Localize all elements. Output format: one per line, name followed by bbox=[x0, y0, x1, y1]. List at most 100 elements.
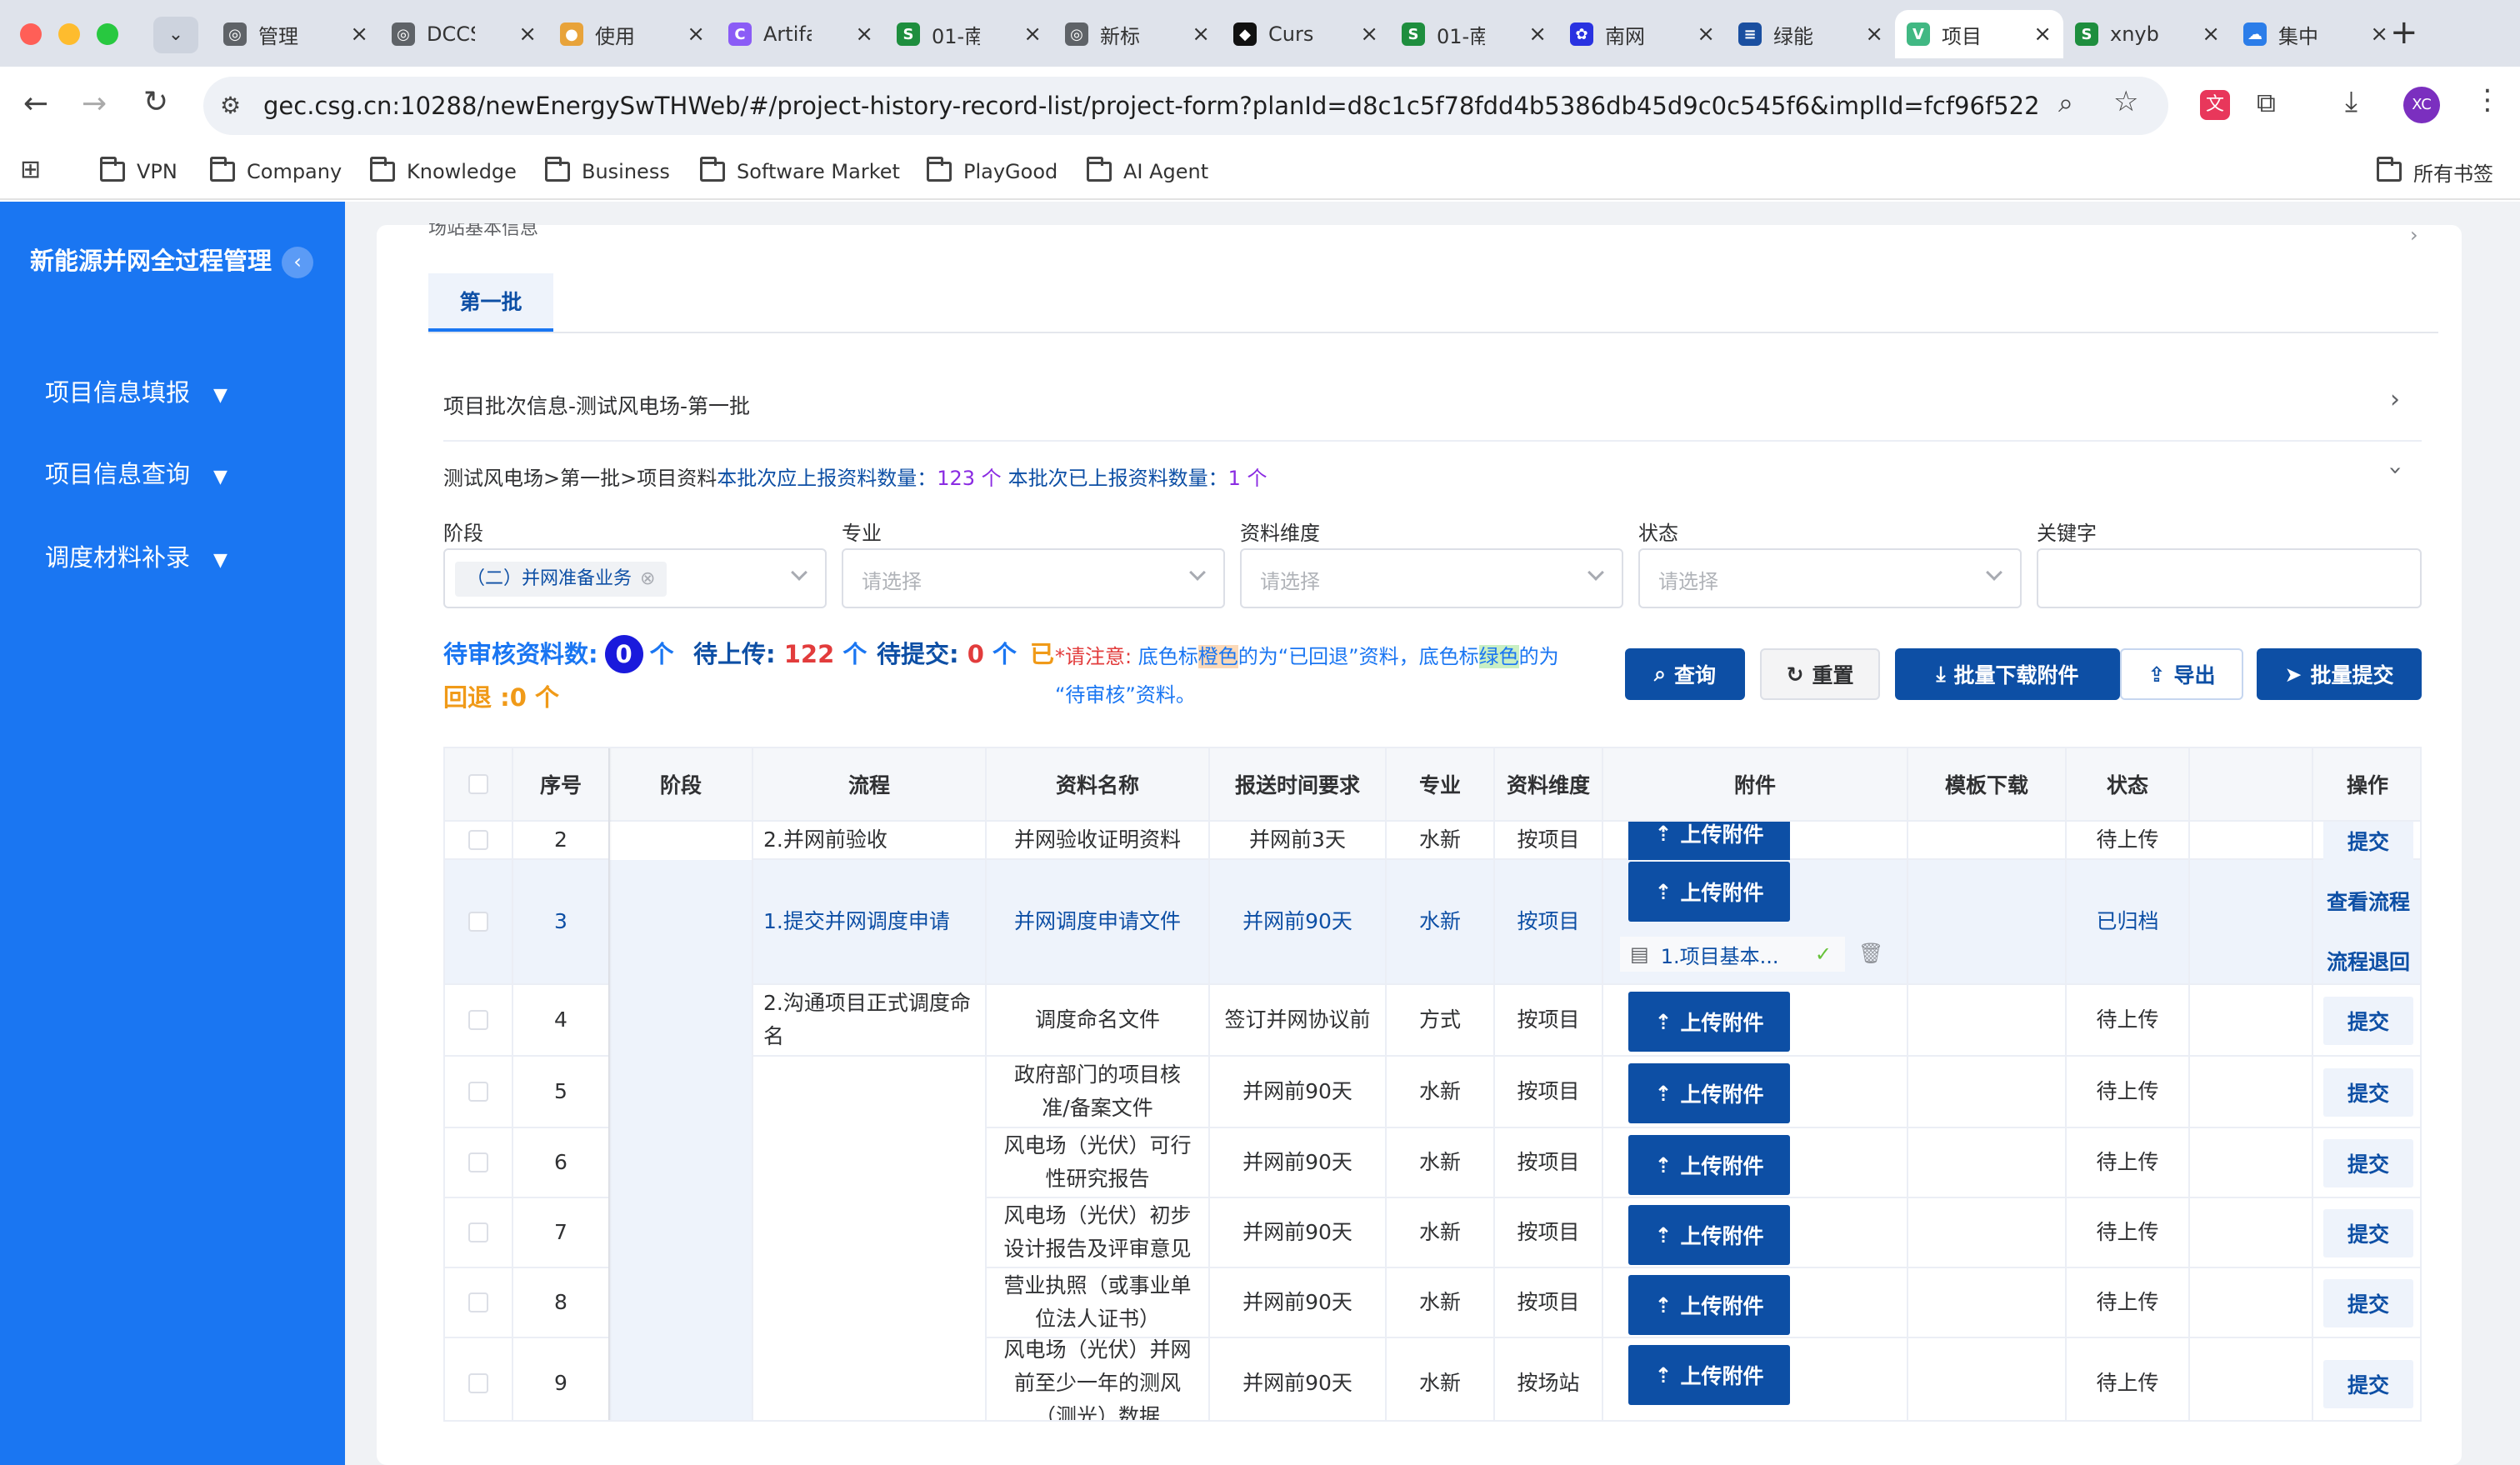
bookmark-item[interactable]: AI Agent bbox=[1087, 152, 1208, 192]
reset-button[interactable]: ↻ 重置 bbox=[1760, 648, 1880, 700]
bookmark-item[interactable]: PlayGood bbox=[927, 152, 1058, 192]
zoom-icon[interactable]: ⌕ bbox=[2058, 87, 2073, 119]
upload-attachment-button[interactable]: ⇡ 上传附件 bbox=[1628, 1063, 1790, 1123]
sidebar-item-fill[interactable]: 项目信息填报 ▼ bbox=[45, 373, 228, 408]
row-checkbox[interactable] bbox=[468, 1373, 488, 1393]
submit-button[interactable]: 提交 bbox=[2323, 997, 2413, 1045]
keyword-input[interactable] bbox=[2037, 548, 2422, 608]
close-tab-icon[interactable]: × bbox=[1697, 22, 1715, 47]
batch-download-button[interactable]: ⤓ 批量下载附件 bbox=[1895, 648, 2120, 700]
flow-return-button[interactable]: 流程退回 bbox=[2316, 937, 2420, 985]
close-window-button[interactable] bbox=[20, 23, 42, 45]
chevron-right-icon[interactable]: › bbox=[2410, 223, 2418, 247]
sidebar-item-supplement[interactable]: 调度材料补录 ▼ bbox=[45, 538, 228, 573]
close-tab-icon[interactable]: × bbox=[518, 22, 537, 47]
all-bookmarks-label: 所有书签 bbox=[2413, 162, 2493, 186]
close-tab-icon[interactable]: × bbox=[350, 22, 368, 47]
browser-tab[interactable]: ◎ 新标 × bbox=[1053, 10, 1222, 58]
maximize-window-button[interactable] bbox=[97, 23, 118, 45]
upload-attachment-button[interactable]: ⇡ 上传附件 bbox=[1628, 1345, 1790, 1405]
browser-tab[interactable]: ≡ 绿能 × bbox=[1727, 10, 1895, 58]
close-tab-icon[interactable]: × bbox=[1528, 22, 1547, 47]
browser-tab[interactable]: ● 使用 × bbox=[548, 10, 717, 58]
attachment-file[interactable]: ▤ 1.项目基本... ✓ bbox=[1620, 937, 1845, 972]
bookmark-item[interactable]: VPN bbox=[100, 152, 178, 192]
view-flow-button[interactable]: 查看流程 bbox=[2316, 877, 2420, 925]
browser-tab[interactable]: ◎ 管理 × bbox=[212, 10, 380, 58]
upload-attachment-button[interactable]: ⇡ 上传附件 bbox=[1628, 1135, 1790, 1195]
close-tab-icon[interactable]: × bbox=[1865, 22, 1883, 47]
close-tab-icon[interactable]: × bbox=[2202, 22, 2220, 47]
browser-tab[interactable]: S 01-南 × bbox=[1390, 10, 1558, 58]
row-checkbox[interactable] bbox=[468, 1082, 488, 1102]
submit-button[interactable]: 提交 bbox=[2323, 1279, 2413, 1328]
browser-tab[interactable]: ◎ DCCS × bbox=[380, 10, 548, 58]
bookmark-item[interactable]: Software Market bbox=[700, 152, 900, 192]
apps-grid-icon[interactable]: ⊞ bbox=[20, 155, 41, 184]
batch-info-title[interactable]: 项目批次信息-测试风电场-第一批 bbox=[443, 390, 750, 420]
browser-tab[interactable]: S 01-南 × bbox=[885, 10, 1053, 58]
site-settings-icon[interactable]: ⚙ bbox=[220, 92, 241, 119]
all-bookmarks[interactable]: 所有书签 bbox=[2377, 152, 2493, 192]
upload-attachment-button[interactable]: ⇡ 上传附件 bbox=[1628, 1205, 1790, 1265]
translate-extension-icon[interactable]: 文 bbox=[2200, 90, 2230, 120]
browser-tab[interactable]: Sxnyb × bbox=[2063, 10, 2232, 58]
status-select[interactable]: 请选择 bbox=[1638, 548, 2022, 608]
close-tab-icon[interactable]: × bbox=[2033, 22, 2052, 47]
sidebar-collapse-button[interactable]: ‹ bbox=[282, 247, 313, 278]
chevron-right-icon[interactable]: › bbox=[2390, 385, 2400, 414]
upload-attachment-button[interactable]: ⇡ 上传附件 bbox=[1628, 992, 1790, 1052]
url-text[interactable]: gec.csg.cn:10288/newEnergySwTHWeb/#/proj… bbox=[263, 92, 2038, 120]
submit-button[interactable]: 提交 bbox=[2323, 817, 2413, 865]
row-checkbox[interactable] bbox=[468, 1222, 488, 1242]
download-icon[interactable]: ⤓ bbox=[2345, 85, 2358, 118]
submit-button[interactable]: 提交 bbox=[2323, 1209, 2413, 1258]
close-tab-icon[interactable]: × bbox=[687, 22, 705, 47]
browser-tab[interactable]: C Artifa × bbox=[717, 10, 885, 58]
major-select[interactable]: 请选择 bbox=[842, 548, 1225, 608]
browser-tab[interactable]: ✿ 南网 × bbox=[1558, 10, 1727, 58]
minimize-window-button[interactable] bbox=[58, 23, 80, 45]
browser-menu-icon[interactable]: ⋮ bbox=[2473, 83, 2502, 117]
submit-button[interactable]: 提交 bbox=[2323, 1360, 2413, 1408]
extensions-puzzle-icon[interactable]: ⧉ bbox=[2257, 87, 2276, 119]
bookmark-item[interactable]: Company bbox=[210, 152, 342, 192]
bookmark-item[interactable]: Knowledge bbox=[370, 152, 517, 192]
dimension-select[interactable]: 请选择 bbox=[1240, 548, 1623, 608]
forward-arrow-icon[interactable]: → bbox=[82, 87, 107, 121]
stage-select[interactable]: （二）并网准备业务 ⊗ bbox=[443, 548, 827, 608]
close-tab-icon[interactable]: × bbox=[1192, 22, 1210, 47]
bookmark-item[interactable]: Business bbox=[545, 152, 670, 192]
close-tab-icon[interactable]: × bbox=[1360, 22, 1378, 47]
tab-batch-1[interactable]: 第一批 bbox=[428, 273, 553, 332]
delete-trash-icon[interactable]: 🗑 bbox=[1858, 942, 1883, 965]
tab-search-chevron-icon[interactable]: ⌄ bbox=[153, 17, 198, 53]
row-checkbox[interactable] bbox=[468, 1010, 488, 1030]
chevron-down-icon[interactable]: › bbox=[2382, 466, 2410, 475]
new-tab-button[interactable]: + bbox=[2390, 13, 2418, 52]
close-tab-icon[interactable]: × bbox=[855, 22, 873, 47]
query-button[interactable]: ⌕ 查询 bbox=[1625, 648, 1745, 700]
row-checkbox[interactable] bbox=[468, 830, 488, 850]
browser-tab[interactable]: ☁ 集中 × bbox=[2232, 10, 2400, 58]
browser-tab[interactable]: V 项目 × bbox=[1895, 10, 2063, 58]
select-all-checkbox[interactable] bbox=[468, 774, 488, 794]
back-arrow-icon[interactable]: ← bbox=[23, 87, 48, 121]
tag-close-icon[interactable]: ⊗ bbox=[640, 568, 655, 589]
bookmark-star-icon[interactable]: ☆ bbox=[2113, 85, 2138, 118]
close-tab-icon[interactable]: × bbox=[1023, 22, 1042, 47]
sidebar-item-query[interactable]: 项目信息查询 ▼ bbox=[45, 455, 228, 490]
upload-attachment-button[interactable]: ⇡ 上传附件 bbox=[1628, 862, 1790, 922]
submit-button[interactable]: 提交 bbox=[2323, 1068, 2413, 1117]
row-checkbox[interactable] bbox=[468, 912, 488, 932]
profile-avatar[interactable]: XC bbox=[2403, 87, 2440, 123]
submit-button[interactable]: 提交 bbox=[2323, 1139, 2413, 1188]
row-checkbox[interactable] bbox=[468, 1292, 488, 1312]
close-tab-icon[interactable]: × bbox=[2370, 22, 2388, 47]
browser-tab[interactable]: ◆ Curs × bbox=[1222, 10, 1390, 58]
upload-attachment-button[interactable]: ⇡ 上传附件 bbox=[1628, 1275, 1790, 1335]
batch-submit-button[interactable]: ➤ 批量提交 bbox=[2257, 648, 2422, 700]
row-checkbox[interactable] bbox=[468, 1152, 488, 1172]
export-button[interactable]: ⇪ 导出 bbox=[2120, 648, 2243, 700]
reload-icon[interactable]: ↻ bbox=[143, 85, 168, 119]
